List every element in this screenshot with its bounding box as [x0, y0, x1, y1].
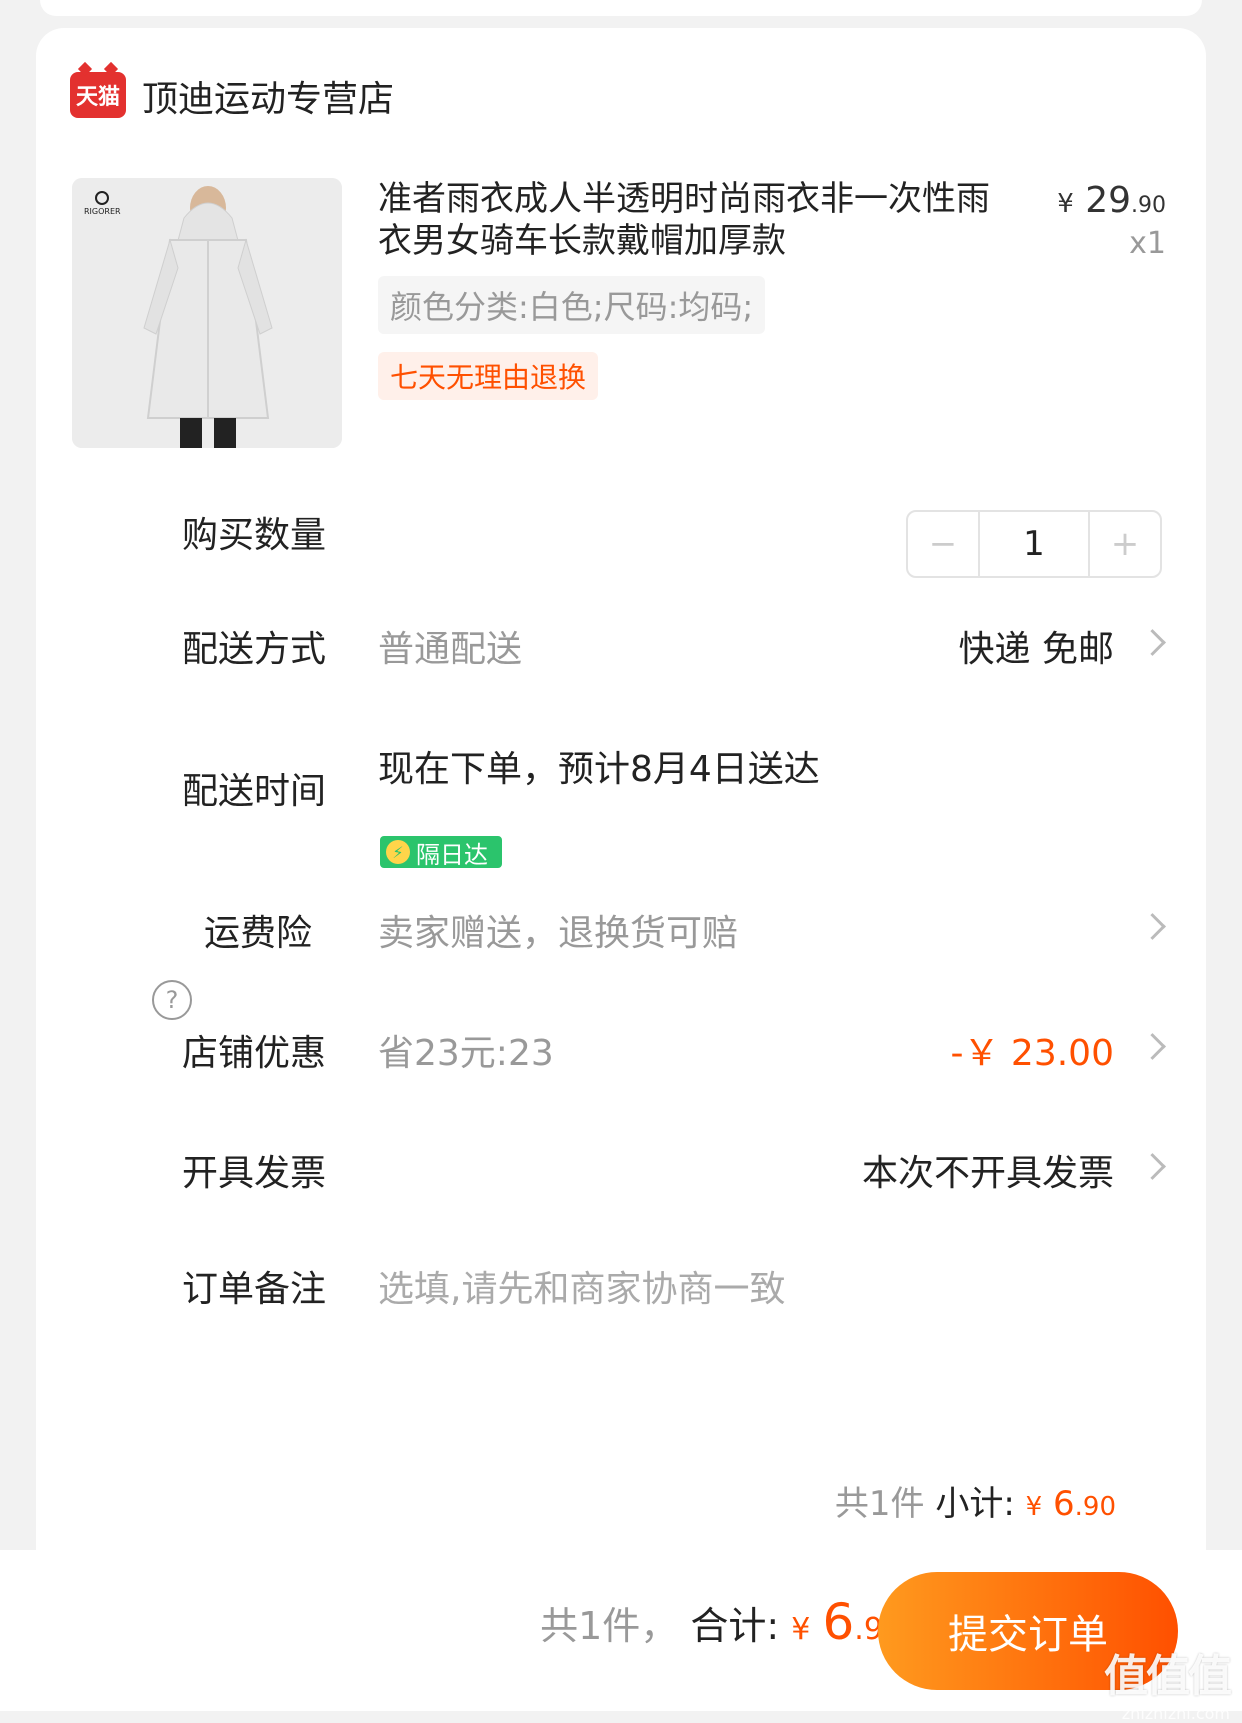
chevron-right-icon[interactable] [1138, 1026, 1166, 1066]
product-price: ¥ 29.90 [1057, 180, 1166, 221]
product-image[interactable]: RIGORER [72, 178, 342, 448]
return-policy-tag: 七天无理由退换 [378, 352, 599, 400]
tmall-logo-icon: 天猫 [70, 72, 126, 118]
question-icon[interactable]: ? [152, 980, 192, 1020]
product-title[interactable]: 准者雨衣成人半透明时尚雨衣非一次性雨衣男女骑车长款戴帽加厚款 [378, 178, 998, 262]
raincoat-model-image: RIGORER [72, 178, 342, 448]
delivery-method-value: 普通配送 [378, 629, 523, 670]
quantity-increment-button[interactable]: + [1090, 512, 1160, 576]
lightning-icon: ⚡ [386, 840, 410, 864]
product-sku[interactable]: 颜色分类:白色;尺码:均码; [378, 276, 766, 334]
next-day-badge-label: 隔日达 [416, 840, 488, 869]
order-card: 天猫 顶迪运动专营店 RIGORER 准者雨衣成人半透明时尚雨衣非一次性雨衣男女… [36, 28, 1206, 1628]
chevron-right-icon[interactable] [1138, 1146, 1166, 1186]
watermark-logo: 值值值 [1104, 1651, 1232, 1702]
brand-logo-text: RIGORER [84, 207, 121, 216]
delivery-method-right: 快递 免邮 [958, 629, 1114, 670]
delivery-time-label: 配送时间 [182, 771, 327, 812]
order-total: 共1件， 合计: ¥ 6.90 [540, 1593, 902, 1651]
quantity-label: 购买数量 [182, 515, 327, 556]
chevron-right-icon[interactable] [1138, 622, 1166, 662]
subtotal: 共1件 小计: ¥ 6.90 [834, 1484, 1116, 1524]
remark-label: 订单备注 [182, 1269, 327, 1310]
invoice-value: 本次不开具发票 [861, 1153, 1114, 1194]
shipping-insurance-value: 卖家赠送，退换货可赔 [378, 913, 739, 954]
watermark-url: zhizhizhi.com [1121, 1704, 1230, 1723]
quantity-value[interactable]: 1 [978, 512, 1090, 576]
quantity-decrement-button[interactable]: − [908, 512, 978, 576]
previous-card-edge [40, 0, 1202, 16]
shop-discount-label: 店铺优惠 [182, 1033, 327, 1074]
chevron-right-icon[interactable] [1138, 906, 1166, 946]
shop-name[interactable]: 顶迪运动专营店 [142, 70, 394, 122]
quantity-stepper[interactable]: − 1 + [906, 510, 1162, 578]
invoice-label: 开具发票 [182, 1153, 327, 1194]
delivery-method-label: 配送方式 [182, 629, 327, 670]
product-quantity-label: x1 [1129, 226, 1166, 261]
shop-discount-amount: -￥ 23.00 [950, 1033, 1115, 1074]
shipping-insurance-label: 运费险 [204, 913, 313, 954]
delivery-time-value: 现在下单，预计8月4日送达 [378, 749, 820, 790]
shop-discount-value: 省23元:23 [378, 1033, 554, 1074]
next-day-badge: ⚡ 隔日达 [380, 836, 502, 868]
remark-input[interactable]: 选填,请先和商家协商一致 [378, 1260, 785, 1312]
